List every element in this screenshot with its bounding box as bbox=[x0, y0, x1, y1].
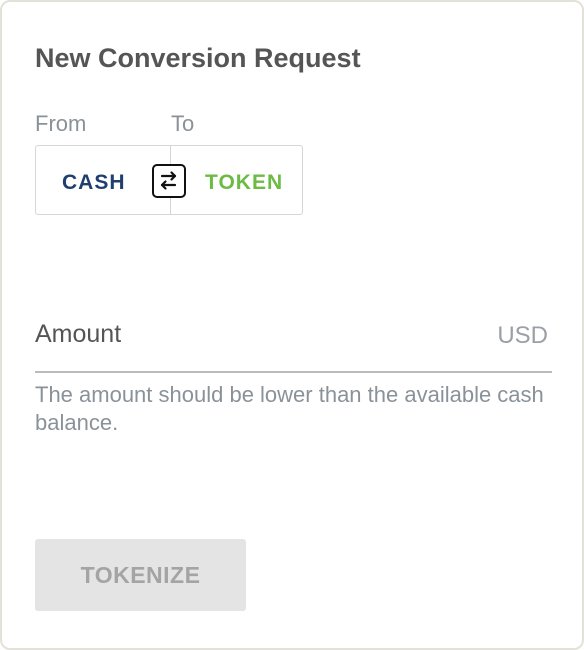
conversion-request-card: New Conversion Request From To CASH TOKE… bbox=[0, 0, 584, 650]
currency-unit: USD bbox=[497, 322, 548, 349]
to-currency[interactable]: TOKEN bbox=[205, 171, 283, 195]
from-label: From bbox=[35, 111, 87, 136]
to-label: To bbox=[171, 111, 195, 136]
from-currency[interactable]: CASH bbox=[62, 171, 126, 195]
amount-underline bbox=[35, 371, 552, 373]
tokenize-button[interactable]: TOKENIZE bbox=[35, 539, 246, 611]
currency-pair-selector: CASH TOKEN bbox=[35, 145, 303, 215]
swap-arrows-icon[interactable] bbox=[152, 164, 186, 198]
page-title: New Conversion Request bbox=[35, 43, 361, 73]
amount-input[interactable] bbox=[35, 314, 479, 356]
amount-helper-text: The amount should be lower than the avai… bbox=[35, 382, 544, 435]
